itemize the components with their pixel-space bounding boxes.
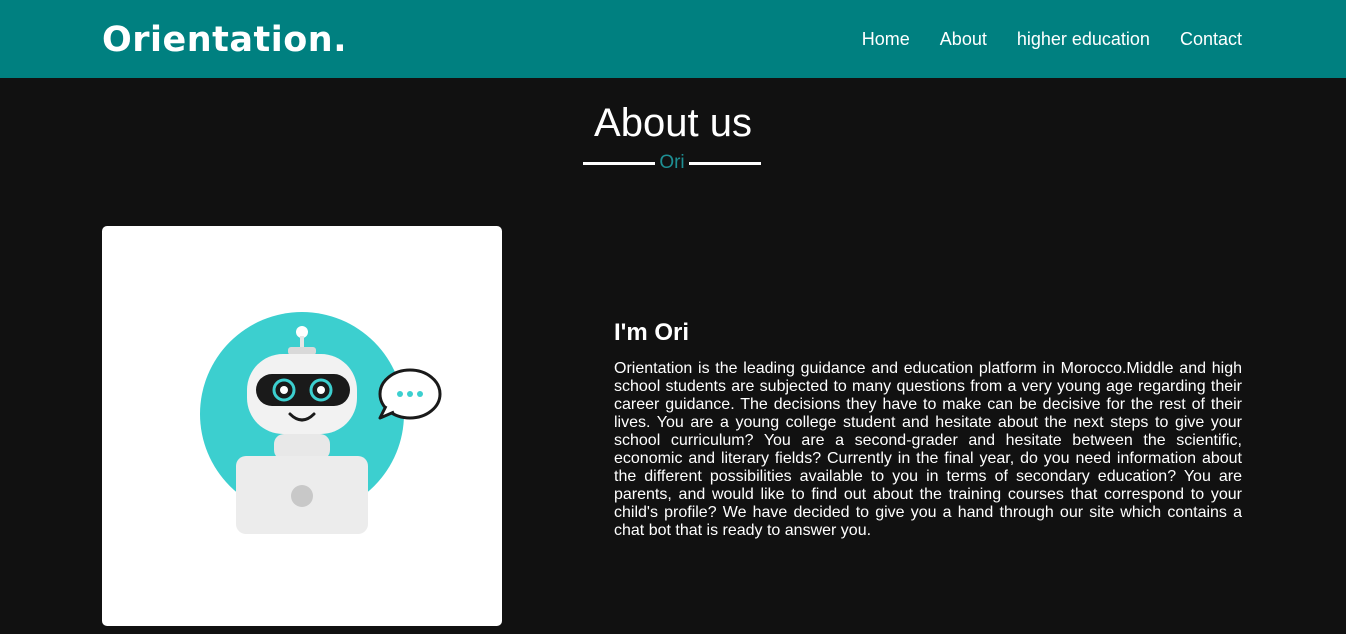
robot-illustration <box>200 312 442 534</box>
robot-antenna-stem <box>300 336 304 348</box>
about-description: Orientation is the leading guidance and … <box>614 360 1242 539</box>
site-logo[interactable]: Orientation. <box>102 18 347 62</box>
section-subtitle: Ori <box>582 151 762 175</box>
subtitle-text: Ori <box>659 152 685 173</box>
subtitle-divider-right <box>688 161 761 165</box>
robot-visor <box>256 374 350 406</box>
section-title: About us <box>594 101 752 145</box>
nav-link-higher-education[interactable]: higher education <box>1017 28 1150 50</box>
laptop-logo <box>291 485 313 507</box>
about-content: I'm Ori Orientation is the leading guida… <box>614 316 1242 540</box>
robot-image-card <box>102 226 502 626</box>
about-heading: I'm Ori <box>614 319 690 346</box>
nav-link-about[interactable]: About <box>940 28 987 50</box>
main-nav: Home About higher education Contact <box>862 28 1242 50</box>
navbar: Orientation. Home About higher education… <box>0 0 1346 78</box>
nav-link-contact[interactable]: Contact <box>1180 28 1242 50</box>
robot-antenna-base <box>288 347 316 355</box>
subtitle-divider-left <box>583 161 656 165</box>
nav-link-home[interactable]: Home <box>862 28 910 50</box>
